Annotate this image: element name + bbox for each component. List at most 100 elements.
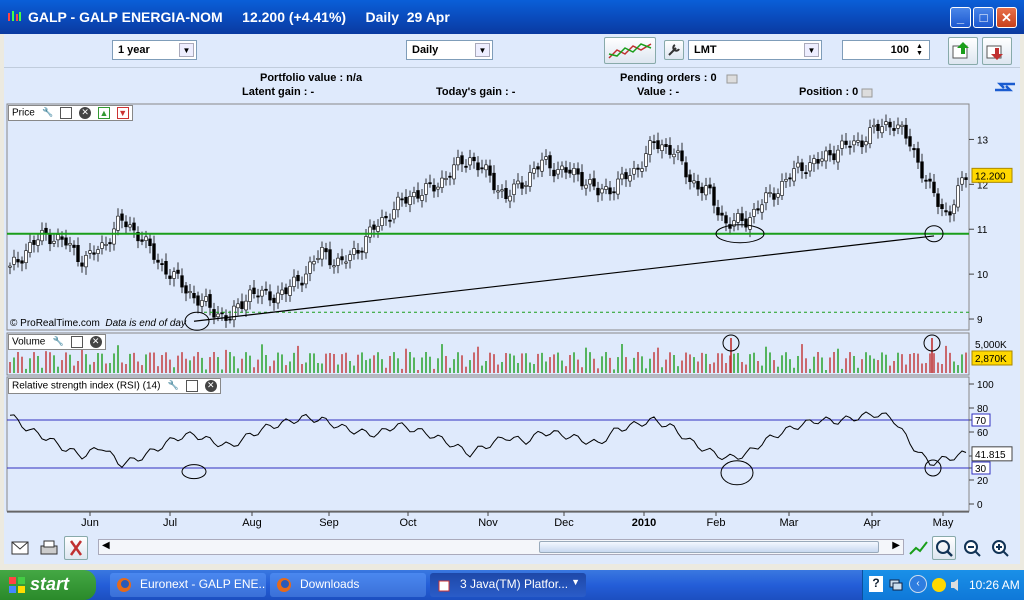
scroll-right-icon[interactable]: ▶ xyxy=(892,540,900,551)
wrench-icon xyxy=(668,44,680,56)
taskbar: start Euronext - GALP ENE... Downloads 3… xyxy=(0,570,1024,600)
orders-icon[interactable] xyxy=(726,74,738,84)
email-icon[interactable] xyxy=(10,539,30,557)
close-icon[interactable]: ✕ xyxy=(79,107,92,119)
candle-body xyxy=(312,261,316,265)
position-detail-icon[interactable] xyxy=(861,88,873,98)
maximize-button[interactable]: □ xyxy=(973,7,994,28)
interval-select[interactable]: Daily ▼ xyxy=(406,40,493,60)
candle-body xyxy=(160,263,164,265)
rsi-panel[interactable] xyxy=(6,376,970,512)
task-downloads[interactable]: Downloads xyxy=(270,573,426,597)
task-java-group[interactable]: 3 Java(TM) Platfor... ▼ xyxy=(430,573,586,597)
candle-body xyxy=(300,282,304,286)
candle-body xyxy=(572,168,576,176)
candle-body xyxy=(628,175,632,182)
windows-logo-icon xyxy=(9,577,25,593)
x-tick-label: Nov xyxy=(478,517,498,529)
candle-body xyxy=(56,234,60,241)
x-tick-label: Aug xyxy=(242,517,262,529)
minimize-button[interactable]: _ xyxy=(950,7,971,28)
candle-body xyxy=(888,121,892,128)
sell-order-button[interactable] xyxy=(982,37,1012,65)
quantity-stepper[interactable]: 100 ▲ ▼ xyxy=(842,40,930,60)
price-tick-label: 10 xyxy=(977,270,989,281)
candle-body xyxy=(468,157,472,166)
wrench-icon[interactable]: 🔧 xyxy=(42,107,54,119)
candle-body xyxy=(288,286,292,296)
candle-body xyxy=(872,124,876,128)
price-panel[interactable] xyxy=(6,103,970,331)
candle-body xyxy=(828,150,832,156)
candle-body xyxy=(644,153,648,167)
network-icon[interactable] xyxy=(889,577,903,591)
refresh-arrows-icon[interactable] xyxy=(992,76,1018,98)
firefox-icon xyxy=(277,578,291,592)
help-icon[interactable]: ? xyxy=(869,576,883,592)
chevron-left-icon[interactable]: ‹ xyxy=(909,575,927,593)
chart-type-button[interactable] xyxy=(604,37,656,64)
close-icon[interactable]: ✕ xyxy=(89,336,102,348)
candle-body xyxy=(836,149,840,163)
wrench-button[interactable] xyxy=(664,40,684,60)
zoom-tool-button[interactable] xyxy=(932,536,956,560)
task-label: Downloads xyxy=(300,577,360,591)
buy-order-button[interactable] xyxy=(948,37,978,65)
candle-body xyxy=(616,178,620,195)
candle-body xyxy=(412,192,416,198)
wrench-icon[interactable]: 🔧 xyxy=(167,380,179,392)
candle-body xyxy=(188,291,192,294)
candle-body xyxy=(324,248,328,253)
candle-body xyxy=(784,179,788,182)
close-icon[interactable]: ✕ xyxy=(204,380,217,392)
period-value: 1 year xyxy=(118,44,150,56)
candle-body xyxy=(232,305,236,321)
delete-drawings-button[interactable] xyxy=(64,536,88,560)
zoom-in-icon[interactable] xyxy=(990,538,1012,558)
printer-icon[interactable] xyxy=(38,539,60,557)
candle-body xyxy=(32,240,36,245)
window-icon[interactable] xyxy=(70,336,83,348)
security-shield-icon[interactable] xyxy=(931,577,947,593)
volume-panel[interactable] xyxy=(6,332,970,376)
candle-body xyxy=(68,243,72,246)
candle-body xyxy=(460,155,464,165)
candle-body xyxy=(576,168,580,175)
last-volume-tag-label: 2,870K xyxy=(975,354,1007,365)
period-select[interactable]: 1 year ▼ xyxy=(112,40,197,60)
arrow-up-icon[interactable]: ▲ xyxy=(97,107,110,119)
x-tick-label: Jul xyxy=(163,517,177,529)
candle-body xyxy=(956,185,960,208)
volume-icon[interactable] xyxy=(949,577,963,593)
candle-body xyxy=(388,219,392,222)
candle-body xyxy=(52,240,56,244)
task-firefox-euronext[interactable]: Euronext - GALP ENE... xyxy=(110,573,266,597)
candle-body xyxy=(932,181,936,194)
position-value: Value : - xyxy=(637,86,680,98)
close-button[interactable]: ✕ xyxy=(996,7,1017,28)
start-button[interactable]: start xyxy=(0,570,96,600)
candle-body xyxy=(212,309,216,318)
candle-body xyxy=(244,300,248,311)
candle-body xyxy=(720,212,724,216)
arrow-down-icon[interactable]: ▼ xyxy=(116,107,129,119)
chart-tool-icon[interactable] xyxy=(908,538,930,558)
rsi-overbought-label: 70 xyxy=(975,416,987,427)
candle-body xyxy=(712,186,716,206)
wrench-icon[interactable]: 🔧 xyxy=(52,336,64,348)
order-type-select[interactable]: LMT ▼ xyxy=(688,40,822,60)
candle-body xyxy=(788,177,792,180)
zoom-out-icon[interactable] xyxy=(962,538,984,558)
scroll-left-icon[interactable]: ◀ xyxy=(102,540,110,551)
candle-body xyxy=(364,236,368,254)
candle-body xyxy=(908,136,912,147)
candle-body xyxy=(268,291,272,301)
window-icon[interactable] xyxy=(185,380,198,392)
scroll-thumb[interactable] xyxy=(539,541,879,553)
timeline-scrollbar[interactable]: ◀ ▶ xyxy=(98,539,904,555)
last-rsi-tag-label: 41.815 xyxy=(975,450,1006,461)
candle-body xyxy=(656,140,660,150)
window-icon[interactable] xyxy=(60,107,73,119)
rsi-panel-label: Relative strength index (RSI) (14) xyxy=(12,380,161,392)
chart-indicator-icon xyxy=(608,43,652,59)
